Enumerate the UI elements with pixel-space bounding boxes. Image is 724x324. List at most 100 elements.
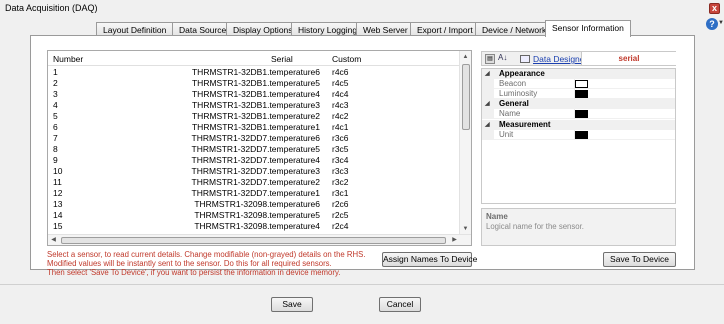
table-row[interactable]: 12 THRMSTR1-32DD7.temperature1 r3c1 <box>48 188 461 199</box>
table-row[interactable]: 4 THRMSTR1-32DB1.temperature3 r4c3 <box>48 100 461 111</box>
title-bar: Data Acquisition (DAQ) x <box>0 0 724 17</box>
tab-history-logging[interactable]: History Logging <box>291 22 365 36</box>
collapse-icon[interactable]: ◢ <box>485 120 490 130</box>
save-to-device-button[interactable]: Save To Device <box>603 252 676 267</box>
row-serial: THRMSTR1-32DD7.temperature1 <box>191 188 320 198</box>
category-label: Measurement <box>499 120 551 129</box>
row-custom: r4c6 <box>332 67 349 77</box>
grid-header: Number Serial Custom <box>48 51 461 66</box>
color-swatch[interactable] <box>575 90 588 98</box>
category-appearance[interactable]: ◢ Appearance <box>482 69 675 79</box>
row-serial: THRMSTR1-32098.temperature6 <box>194 199 320 209</box>
sort-alphabetical-icon[interactable]: A↓ <box>498 53 507 62</box>
help-icon[interactable]: ? <box>706 18 718 30</box>
row-serial: THRMSTR1-32DD7.temperature3 <box>191 166 320 176</box>
property-label: Name <box>499 109 521 118</box>
table-row[interactable]: 8 THRMSTR1-32DD7.temperature5 r3c5 <box>48 144 461 155</box>
property-grid-toolbar: ▤ A↓ Data Designer serial <box>481 51 676 66</box>
table-row[interactable]: 2 THRMSTR1-32DB1.temperature5 r4c5 <box>48 78 461 89</box>
row-custom: r3c3 <box>332 166 349 176</box>
row-custom: r3c1 <box>332 188 349 198</box>
table-row[interactable]: 10 THRMSTR1-32DD7.temperature3 r3c3 <box>48 166 461 177</box>
scroll-right-icon[interactable]: ▶ <box>449 235 460 245</box>
row-number: 12 <box>53 188 63 198</box>
table-row[interactable]: 1 THRMSTR1-32DB1.temperature6 r4c6 <box>48 67 461 78</box>
color-swatch[interactable] <box>575 80 588 88</box>
property-grid[interactable]: ◢ Appearance Beacon Luminosity ◢ General… <box>481 68 676 204</box>
assign-names-button[interactable]: Assign Names To Device <box>382 252 477 267</box>
column-header-number[interactable]: Number <box>53 54 83 64</box>
column-header-serial[interactable]: Serial <box>271 54 293 64</box>
table-row[interactable]: 11 THRMSTR1-32DD7.temperature2 r3c2 <box>48 177 461 188</box>
close-button[interactable]: x <box>709 3 720 14</box>
row-custom: r2c4 <box>332 221 349 231</box>
row-number: 4 <box>53 100 58 110</box>
row-number: 10 <box>53 166 63 176</box>
property-label: Beacon <box>499 79 527 88</box>
row-number: 7 <box>53 133 58 143</box>
table-row[interactable]: 3 THRMSTR1-32DB1.temperature4 r4c4 <box>48 89 461 100</box>
row-number: 1 <box>53 67 58 77</box>
instruction-line: Then select 'Save To Device', if you wan… <box>47 268 341 277</box>
property-unit[interactable]: Unit <box>482 130 675 140</box>
tab-device-network[interactable]: Device / Network <box>475 22 554 36</box>
table-row[interactable]: 15 THRMSTR1-32098.temperature4 r2c4 <box>48 221 461 232</box>
row-serial: THRMSTR1-32DB1.temperature6 <box>191 67 320 77</box>
tab-web-server[interactable]: Web Server <box>356 22 415 36</box>
scroll-up-icon[interactable]: ▲ <box>460 51 471 63</box>
property-luminosity[interactable]: Luminosity <box>482 89 675 99</box>
row-serial: THRMSTR1-32DD7.temperature4 <box>191 155 320 165</box>
tab-sensor-information[interactable]: Sensor Information <box>545 20 631 37</box>
row-custom: r4c5 <box>332 78 349 88</box>
row-number: 14 <box>53 210 63 220</box>
property-beacon[interactable]: Beacon <box>482 79 675 89</box>
row-number: 9 <box>53 155 58 165</box>
row-number: 3 <box>53 89 58 99</box>
row-number: 11 <box>53 177 62 187</box>
table-row[interactable]: 9 THRMSTR1-32DD7.temperature4 r3c4 <box>48 155 461 166</box>
table-row[interactable]: 7 THRMSTR1-32DD7.temperature6 r3c6 <box>48 133 461 144</box>
scroll-thumb-horizontal[interactable] <box>61 237 446 244</box>
tab-export-import[interactable]: Export / Import <box>410 22 480 36</box>
tab-data-source[interactable]: Data Source <box>172 22 234 36</box>
table-row[interactable]: 5 THRMSTR1-32DB1.temperature2 r4c2 <box>48 111 461 122</box>
collapse-icon[interactable]: ◢ <box>485 69 490 79</box>
row-custom: r3c6 <box>332 133 349 143</box>
tab-layout-definition[interactable]: Layout Definition <box>96 22 174 36</box>
row-serial: THRMSTR1-32DB1.temperature1 <box>191 122 320 132</box>
row-number: 8 <box>53 144 58 154</box>
chevron-down-icon[interactable]: ▼ <box>718 20 724 26</box>
row-serial: THRMSTR1-32DD7.temperature5 <box>191 144 320 154</box>
category-measurement[interactable]: ◢ Measurement <box>482 120 675 130</box>
tab-display-options[interactable]: Display Options <box>226 22 300 36</box>
column-header-custom[interactable]: Custom <box>332 54 361 64</box>
collapse-icon[interactable]: ◢ <box>485 99 490 109</box>
table-row[interactable]: 13 THRMSTR1-32098.temperature6 r2c6 <box>48 199 461 210</box>
sensor-grid[interactable]: Number Serial Custom 1 THRMSTR1-32DB1.tem… <box>47 50 472 246</box>
row-serial: THRMSTR1-32DB1.temperature2 <box>191 111 320 121</box>
categorized-icon[interactable]: ▤ <box>485 54 495 64</box>
row-custom: r2c5 <box>332 210 349 220</box>
color-swatch[interactable] <box>575 131 588 139</box>
data-designer-link[interactable]: Data Designer <box>533 54 587 64</box>
property-label: Unit <box>499 130 514 139</box>
data-designer-icon[interactable] <box>520 55 530 63</box>
row-custom: r4c1 <box>332 122 349 132</box>
row-number: 15 <box>53 221 63 231</box>
scroll-left-icon[interactable]: ◀ <box>48 235 59 245</box>
property-label: Luminosity <box>499 89 538 98</box>
row-custom: r3c5 <box>332 144 349 154</box>
row-serial: THRMSTR1-32DB1.temperature4 <box>191 89 320 99</box>
save-button[interactable]: Save <box>271 297 313 312</box>
color-swatch[interactable] <box>575 110 588 118</box>
horizontal-scrollbar[interactable]: ◀ ▶ <box>48 234 471 245</box>
category-label: Appearance <box>499 69 545 78</box>
scroll-thumb[interactable] <box>462 64 470 130</box>
cancel-button[interactable]: Cancel <box>379 297 421 312</box>
row-custom: r3c2 <box>332 177 349 187</box>
vertical-scrollbar[interactable]: ▲ ▼ <box>459 51 471 235</box>
property-name[interactable]: Name <box>482 109 675 119</box>
table-row[interactable]: 14 THRMSTR1-32098.temperature5 r2c5 <box>48 210 461 221</box>
table-row[interactable]: 6 THRMSTR1-32DB1.temperature1 r4c1 <box>48 122 461 133</box>
category-general[interactable]: ◢ General <box>482 99 675 109</box>
